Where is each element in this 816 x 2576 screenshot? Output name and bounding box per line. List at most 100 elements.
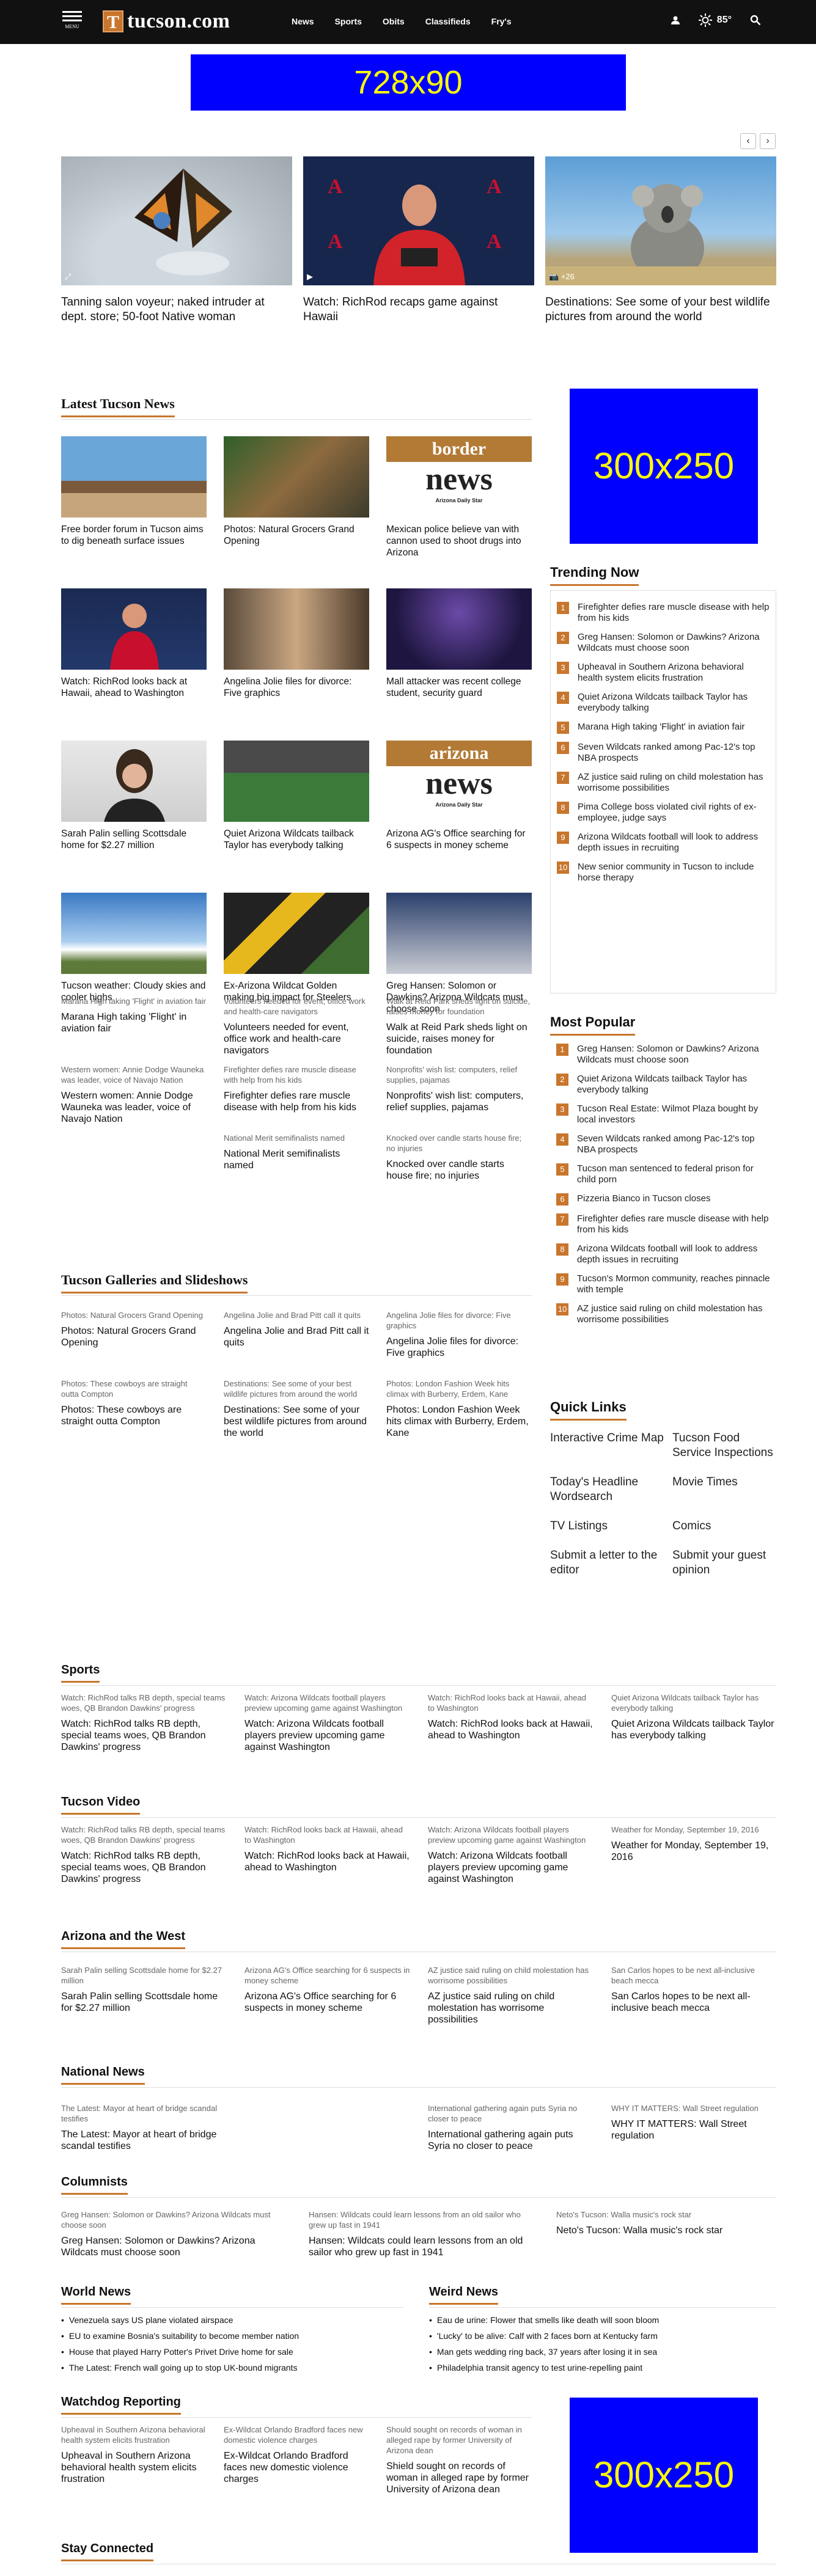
gallery-story[interactable]: Angelina Jolie and Brad Pitt call it qui… bbox=[224, 1310, 369, 1378]
trending-item[interactable]: 6 Seven Wildcats ranked among Pac-12's to… bbox=[557, 742, 770, 764]
nav-news[interactable]: News bbox=[292, 16, 314, 26]
popular-headline[interactable]: AZ justice said ruling on child molestat… bbox=[577, 1303, 770, 1325]
news-headline[interactable]: Free border forum in Tucson aims to dig … bbox=[61, 524, 207, 588]
trending-headline[interactable]: Greg Hansen: Solomon or Dawkins? Arizona… bbox=[578, 632, 770, 654]
carousel-card[interactable]: ⤢ Tanning salon voyeur; naked intruder a… bbox=[61, 156, 292, 324]
weird-headline[interactable]: Man gets wedding ring back, 37 years aft… bbox=[429, 2344, 776, 2360]
weird-headline[interactable]: Philadelphia transit agency to test urin… bbox=[429, 2360, 776, 2376]
sports-story[interactable]: Watch: RichRod looks back at Hawaii, ahe… bbox=[428, 1692, 594, 1753]
trending-headline[interactable]: Seven Wildcats ranked among Pac-12's top… bbox=[578, 742, 770, 764]
story-headline[interactable]: San Carlos hopes to be next all-inclusiv… bbox=[611, 1991, 777, 2014]
carousel-caption[interactable]: Destinations: See some of your best wild… bbox=[545, 295, 776, 324]
quick-link[interactable]: Interactive Crime Map bbox=[550, 1431, 672, 1460]
story-headline[interactable]: Upheaval in Southern Arizona behavioral … bbox=[61, 2450, 207, 2485]
quick-link[interactable]: Submit a letter to the editor bbox=[550, 1548, 672, 1578]
sports-story[interactable]: Watch: Arizona Wildcats football players… bbox=[244, 1692, 411, 1753]
popular-item[interactable]: 2 Quiet Arizona Wildcats tailback Taylor … bbox=[556, 1074, 770, 1096]
video-story[interactable]: Watch: RichRod looks back at Hawaii, ahe… bbox=[244, 1824, 411, 1885]
national-story[interactable]: WHY IT MATTERS: Wall Street regulation WH… bbox=[611, 2103, 777, 2152]
trending-item[interactable]: 5 Marana High taking 'Flight' in aviation… bbox=[557, 722, 770, 734]
mrec-ad-bottom[interactable]: 300x250 bbox=[570, 2398, 758, 2553]
west-story[interactable]: Sarah Palin selling Scottsdale home for … bbox=[61, 1965, 227, 2025]
story-headline[interactable]: Greg Hansen: Solomon or Dawkins? Arizona… bbox=[61, 2235, 281, 2258]
national-story[interactable]: International gathering again puts Syria… bbox=[428, 2103, 594, 2152]
gallery-story[interactable]: Angelina Jolie files for divorce: Five g… bbox=[386, 1310, 532, 1378]
trending-headline[interactable]: New senior community in Tucson to includ… bbox=[578, 862, 770, 884]
trending-headline[interactable]: Arizona Wildcats football will look to a… bbox=[578, 832, 770, 854]
popular-item[interactable]: 3 Tucson Real Estate: Wilmot Plaza bought… bbox=[556, 1103, 770, 1125]
watchdog-story[interactable]: Ex-Wildcat Orlando Bradford faces new do… bbox=[224, 2424, 369, 2493]
west-story[interactable]: San Carlos hopes to be next all-inclusiv… bbox=[611, 1965, 777, 2025]
news-card[interactable]: border news Arizona Daily Star Mexican p… bbox=[386, 436, 532, 588]
nav-frys[interactable]: Fry's bbox=[491, 16, 512, 26]
popular-headline[interactable]: Pizzeria Bianco in Tucson closes bbox=[577, 1193, 710, 1206]
watchdog-story[interactable]: Upheaval in Southern Arizona behavioral … bbox=[61, 2424, 207, 2493]
popular-headline[interactable]: Firefighter defies rare muscle disease w… bbox=[577, 1213, 770, 1235]
nav-classifieds[interactable]: Classifieds bbox=[425, 16, 471, 26]
popular-headline[interactable]: Greg Hansen: Solomon or Dawkins? Arizona… bbox=[577, 1044, 770, 1066]
gallery-story[interactable]: Photos: London Fashion Week hits climax … bbox=[386, 1378, 532, 1447]
popular-headline[interactable]: Tucson's Mormon community, reaches pinna… bbox=[577, 1273, 770, 1295]
video-story[interactable]: Watch: RichRod talks RB depth, special t… bbox=[61, 1824, 227, 1885]
story-headline[interactable]: Walk at Reid Park sheds light on suicide… bbox=[386, 1022, 532, 1056]
trending-headline[interactable]: AZ justice said ruling on child molestat… bbox=[578, 772, 770, 794]
text-story[interactable]: National Merit semifinalists named Nation… bbox=[224, 1133, 369, 1201]
news-headline[interactable]: Sarah Palin selling Scottsdale home for … bbox=[61, 828, 207, 893]
world-headline[interactable]: The Latest: French wall going up to stop… bbox=[61, 2360, 403, 2376]
story-headline[interactable]: Nonprofits' wish list: computers, relief… bbox=[386, 1090, 532, 1113]
story-headline[interactable]: Ex-Wildcat Orlando Bradford faces new do… bbox=[224, 2450, 369, 2485]
menu-button[interactable]: MENU bbox=[61, 9, 83, 29]
popular-headline[interactable]: Quiet Arizona Wildcats tailback Taylor h… bbox=[577, 1074, 770, 1096]
story-headline[interactable]: Watch: RichRod talks RB depth, special t… bbox=[61, 1850, 227, 1885]
user-icon[interactable] bbox=[671, 15, 680, 25]
carousel-caption[interactable]: Watch: RichRod recaps game against Hawai… bbox=[303, 295, 534, 324]
text-story[interactable]: Nonprofits' wish list: computers, relief… bbox=[386, 1064, 532, 1133]
column-story[interactable]: Neto's Tucson: Walla music's rock star Ne… bbox=[556, 2209, 776, 2258]
trending-item[interactable]: 1 Firefighter defies rare muscle disease … bbox=[557, 602, 770, 624]
text-story[interactable]: Marana High taking 'Flight' in aviation … bbox=[61, 996, 207, 1064]
trending-headline[interactable]: Firefighter defies rare muscle disease w… bbox=[578, 602, 770, 624]
weird-headline[interactable]: Eau de urine: Flower that smells like de… bbox=[429, 2312, 776, 2328]
search-icon[interactable] bbox=[750, 15, 761, 26]
mrec-ad-top[interactable]: 300x250 bbox=[570, 389, 758, 544]
news-card[interactable]: Sarah Palin selling Scottsdale home for … bbox=[61, 741, 207, 893]
news-headline[interactable]: Arizona AG's Office searching for 6 susp… bbox=[386, 828, 532, 893]
gallery-headline[interactable]: Photos: These cowboys are straight outta… bbox=[61, 1404, 207, 1427]
weather-widget[interactable]: 85° bbox=[698, 13, 732, 27]
gallery-story[interactable]: Destinations: See some of your best wild… bbox=[224, 1378, 369, 1447]
story-headline[interactable]: WHY IT MATTERS: Wall Street regulation bbox=[611, 2118, 777, 2142]
world-headline[interactable]: EU to examine Bosnia's suitability to be… bbox=[61, 2328, 403, 2344]
news-card[interactable]: arizona news Arizona Daily Star Arizona … bbox=[386, 741, 532, 893]
story-headline[interactable]: Arizona AG's Office searching for 6 susp… bbox=[244, 1991, 411, 2014]
nav-obits[interactable]: Obits bbox=[383, 16, 405, 26]
news-headline[interactable]: Mexican police believe van with cannon u… bbox=[386, 524, 532, 588]
trending-item[interactable]: 7 AZ justice said ruling on child molesta… bbox=[557, 772, 770, 794]
world-headline[interactable]: Venezuela says US plane violated airspac… bbox=[61, 2312, 403, 2328]
world-headline[interactable]: House that played Harry Potter's Privet … bbox=[61, 2344, 403, 2360]
text-story[interactable]: Knocked over candle starts house fire; n… bbox=[386, 1133, 532, 1201]
carousel-next-button[interactable]: › bbox=[760, 133, 776, 149]
trending-item[interactable]: 3 Upheaval in Southern Arizona behavioral… bbox=[557, 662, 770, 684]
story-headline[interactable]: Quiet Arizona Wildcats tailback Taylor h… bbox=[611, 1718, 777, 1741]
trending-headline[interactable]: Quiet Arizona Wildcats tailback Taylor h… bbox=[578, 692, 770, 714]
news-headline[interactable]: Angelina Jolie files for divorce: Five g… bbox=[224, 676, 369, 741]
news-headline[interactable]: Watch: RichRod looks back at Hawaii, ahe… bbox=[61, 676, 207, 741]
west-story[interactable]: AZ justice said ruling on child molestat… bbox=[428, 1965, 594, 2025]
story-headline[interactable]: Volunteers needed for event, office work… bbox=[224, 1022, 369, 1056]
popular-item[interactable]: 10 AZ justice said ruling on child molest… bbox=[556, 1303, 770, 1325]
gallery-headline[interactable]: Photos: London Fashion Week hits climax … bbox=[386, 1404, 532, 1439]
news-card[interactable]: Mall attacker was recent college student… bbox=[386, 588, 532, 741]
carousel-card[interactable]: 📷 +26 Destinations: See some of your bes… bbox=[545, 156, 776, 324]
story-headline[interactable]: Watch: RichRod talks RB depth, special t… bbox=[61, 1718, 227, 1753]
trending-headline[interactable]: Upheaval in Southern Arizona behavioral … bbox=[578, 662, 770, 684]
story-headline[interactable]: Western women: Annie Dodge Wauneka was l… bbox=[61, 1090, 207, 1125]
gallery-headline[interactable]: Angelina Jolie and Brad Pitt call it qui… bbox=[224, 1325, 369, 1348]
story-headline[interactable]: International gathering again puts Syria… bbox=[428, 2129, 594, 2152]
story-headline[interactable]: Weather for Monday, September 19, 2016 bbox=[611, 1840, 777, 1863]
column-story[interactable]: Hansen: Wildcats could learn lessons fro… bbox=[309, 2209, 529, 2258]
news-headline[interactable]: Quiet Arizona Wildcats tailback Taylor h… bbox=[224, 828, 369, 893]
story-headline[interactable]: Neto's Tucson: Walla music's rock star bbox=[556, 2225, 776, 2236]
quick-link[interactable]: Today's Headline Wordsearch bbox=[550, 1475, 672, 1504]
popular-item[interactable]: 8 Arizona Wildcats football will look to … bbox=[556, 1243, 770, 1265]
column-story[interactable]: Greg Hansen: Solomon or Dawkins? Arizona… bbox=[61, 2209, 281, 2258]
